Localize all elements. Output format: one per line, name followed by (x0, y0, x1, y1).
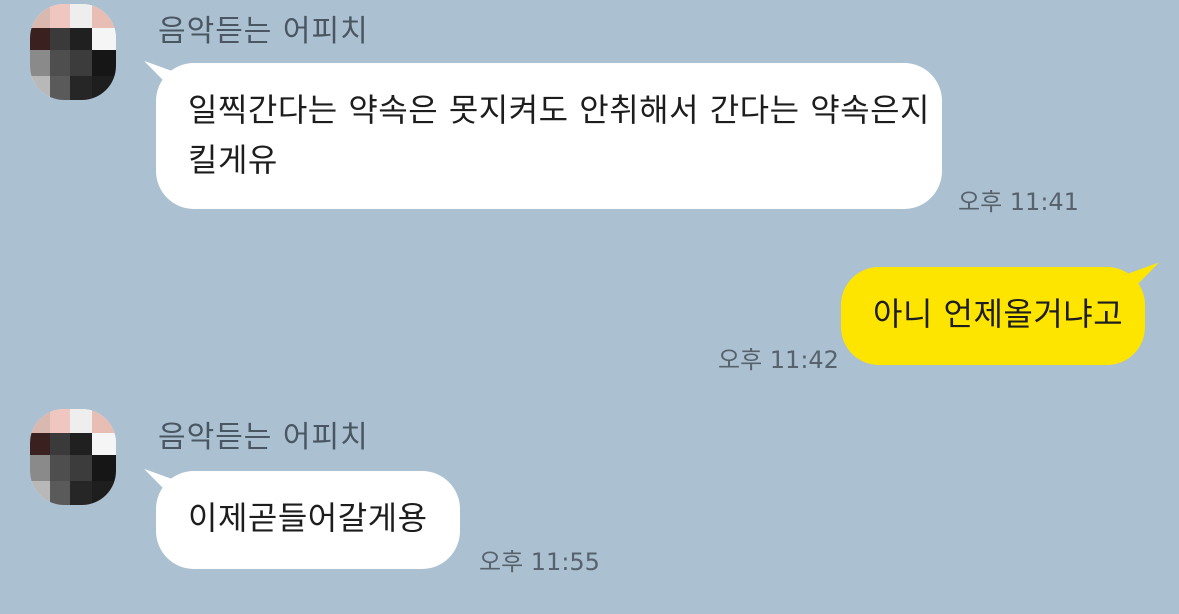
message-text-line: 일찍간다는 약속은 못지켜도 안취해서 간다는 약속은지 (188, 91, 930, 129)
message-text: 이제곧들어갈게용 (188, 499, 428, 537)
message-time: 오후 11:41 (958, 188, 1079, 216)
message-time: 오후 11:55 (479, 548, 600, 576)
chat-area[interactable]: 음악듣는 어피치 일찍간다는 약속은 못지켜도 안취해서 간다는 약속은지 킬게… (0, 0, 1179, 614)
sender-name: 음악듣는 어피치 (158, 14, 369, 49)
message-text: 아니 언제올거냐고 (873, 295, 1124, 333)
message-text-line: 킬게유 (188, 141, 278, 179)
avatar[interactable] (30, 409, 116, 505)
message-time: 오후 11:42 (718, 346, 839, 374)
message-bubble[interactable]: 아니 언제올거냐고 (841, 267, 1145, 365)
message-bubble[interactable]: 이제곧들어갈게용 (156, 471, 460, 569)
sender-name: 음악듣는 어피치 (158, 420, 369, 455)
message-bubble[interactable]: 일찍간다는 약속은 못지켜도 안취해서 간다는 약속은지 킬게유 (156, 63, 942, 209)
avatar[interactable] (30, 4, 116, 100)
